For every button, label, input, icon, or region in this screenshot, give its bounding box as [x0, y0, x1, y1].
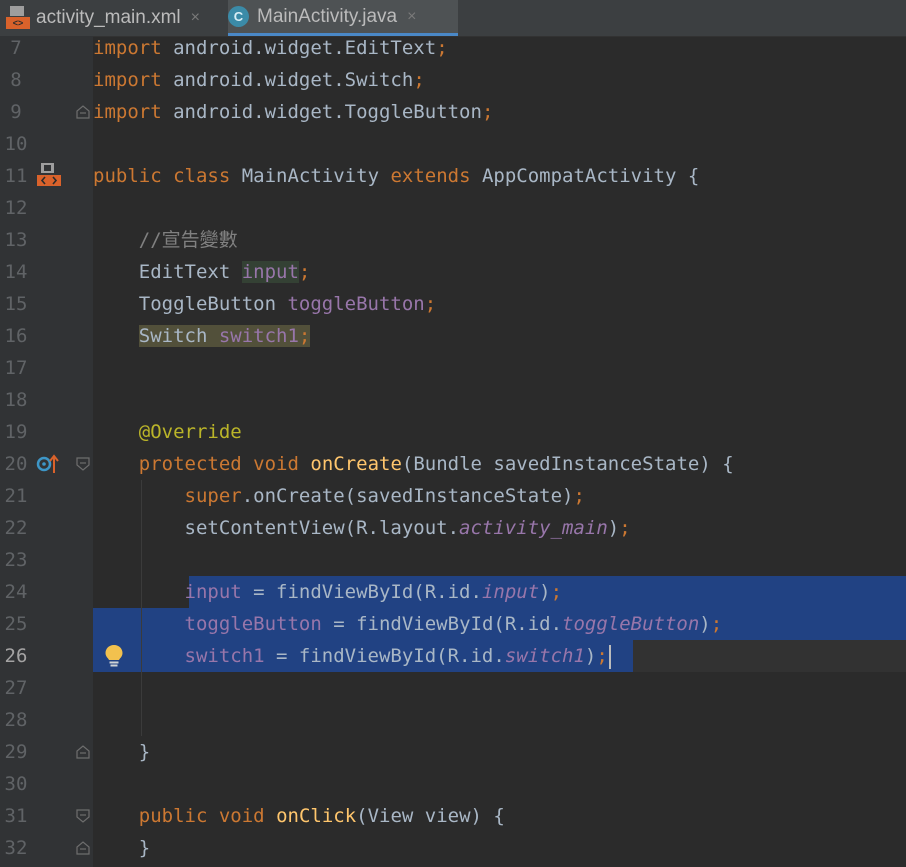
line-number: 18	[4, 389, 28, 411]
code-line[interactable]: 17	[0, 352, 906, 384]
code-line[interactable]: 25 toggleButton = findViewById(R.id.togg…	[0, 608, 906, 640]
line-number: 7	[10, 37, 22, 59]
code-text[interactable]: @Override	[93, 416, 242, 448]
java-class-icon: C	[228, 6, 249, 27]
code-text[interactable]: public void onClick(View view) {	[93, 800, 505, 832]
code-line[interactable]: 10	[0, 128, 906, 160]
line-number: 24	[4, 581, 28, 603]
line-number: 25	[4, 613, 28, 635]
code-line[interactable]: 29 }	[0, 736, 906, 768]
code-line[interactable]: 13 //宣告變數	[0, 224, 906, 256]
fold-end-icon[interactable]	[76, 841, 90, 855]
code-line[interactable]: 23	[0, 544, 906, 576]
code-text[interactable]: public class MainActivity extends AppCom…	[93, 160, 699, 192]
xml-layout-icon: <>	[6, 6, 30, 30]
fold-end-icon[interactable]	[76, 105, 90, 119]
code-text[interactable]: }	[93, 832, 150, 864]
code-line[interactable]: 12	[0, 192, 906, 224]
line-number: 22	[4, 517, 28, 539]
code-text[interactable]: EditText input;	[93, 256, 310, 288]
xml-layout-icon[interactable]	[37, 163, 61, 187]
code-text[interactable]: setContentView(R.layout.activity_main);	[93, 512, 631, 544]
tab-mainactivity-java[interactable]: C MainActivity.java ×	[228, 0, 458, 36]
code-text[interactable]: ToggleButton toggleButton;	[93, 288, 436, 320]
line-number: 13	[4, 229, 28, 251]
code-line[interactable]: 30	[0, 768, 906, 800]
line-number: 11	[4, 165, 28, 187]
line-number: 28	[4, 709, 28, 731]
code-line[interactable]: 19 @Override	[0, 416, 906, 448]
line-number: 26	[4, 645, 28, 667]
code-line[interactable]: 15 ToggleButton toggleButton;	[0, 288, 906, 320]
code-line[interactable]: 18	[0, 384, 906, 416]
code-line[interactable]: 28	[0, 704, 906, 736]
tab-label: activity_main.xml	[36, 7, 181, 28]
code-text[interactable]: switch1 = findViewById(R.id.switch1);	[93, 640, 611, 672]
indent-guide	[141, 480, 142, 736]
code-line[interactable]: 14 EditText input;	[0, 256, 906, 288]
lightbulb-intention-icon[interactable]	[104, 644, 124, 668]
tab-label: MainActivity.java	[257, 5, 398, 27]
editor-tab-bar: <> activity_main.xml × C MainActivity.ja…	[0, 0, 906, 37]
tab-activity-main-xml[interactable]: <> activity_main.xml ×	[6, 0, 226, 36]
fold-start-icon[interactable]	[76, 457, 90, 471]
line-number: 20	[4, 453, 28, 475]
code-line[interactable]: 32 }	[0, 832, 906, 864]
code-line[interactable]: 9 import android.widget.ToggleButton;	[0, 96, 906, 128]
line-number: 9	[10, 101, 22, 123]
line-number: 15	[4, 293, 28, 315]
line-number: 32	[4, 837, 28, 859]
code-text[interactable]: super.onCreate(savedInstanceState);	[93, 480, 585, 512]
code-line[interactable]: 26 switch1 = findViewById(R.id.switch1);	[0, 640, 906, 672]
code-line[interactable]: 7 import android.widget.EditText;	[0, 36, 906, 64]
fold-start-icon[interactable]	[76, 809, 90, 823]
line-number: 29	[4, 741, 28, 763]
code-editor[interactable]: 7 import android.widget.EditText; 8 import …	[0, 36, 906, 867]
code-line[interactable]: 21 super.onCreate(savedInstanceState);	[0, 480, 906, 512]
code-text[interactable]: import android.widget.ToggleButton;	[93, 96, 493, 128]
code-line[interactable]: 24 input = findViewById(R.id.input);	[0, 576, 906, 608]
override-method-icon[interactable]	[36, 453, 62, 475]
line-number: 17	[4, 357, 28, 379]
line-number: 19	[4, 421, 28, 443]
code-text[interactable]: toggleButton = findViewById(R.id.toggleB…	[93, 608, 723, 640]
code-text[interactable]: //宣告變數	[93, 224, 238, 256]
line-number: 30	[4, 773, 28, 795]
text-caret	[608, 644, 611, 669]
code-line[interactable]: 20 protected void onCreate(Bundle savedI…	[0, 448, 906, 480]
code-line[interactable]: 22 setContentView(R.layout.activity_main…	[0, 512, 906, 544]
code-line[interactable]: 16 Switch switch1;	[0, 320, 906, 352]
fold-end-icon[interactable]	[76, 745, 90, 759]
code-text[interactable]: protected void onCreate(Bundle savedInst…	[93, 448, 734, 480]
code-text[interactable]: input = findViewById(R.id.input);	[93, 576, 563, 608]
line-number: 27	[4, 677, 28, 699]
code-line[interactable]: 31 public void onClick(View view) {	[0, 800, 906, 832]
line-number: 16	[4, 325, 28, 347]
code-text[interactable]: import android.widget.Switch;	[93, 64, 425, 96]
line-number: 23	[4, 549, 28, 571]
line-number: 31	[4, 805, 28, 827]
close-icon[interactable]: ×	[191, 9, 200, 27]
line-number: 8	[10, 69, 22, 91]
code-line[interactable]: 11 public class MainActivity extends AppC…	[0, 160, 906, 192]
code-line[interactable]: 27	[0, 672, 906, 704]
code-text[interactable]: import android.widget.EditText;	[93, 36, 448, 64]
line-number: 21	[4, 485, 28, 507]
close-icon[interactable]: ×	[407, 8, 416, 26]
line-number: 12	[4, 197, 28, 219]
code-text[interactable]: Switch switch1;	[93, 320, 311, 352]
line-number: 14	[4, 261, 28, 283]
code-text[interactable]: }	[93, 736, 150, 768]
line-number: 10	[4, 133, 28, 155]
code-line[interactable]: 8 import android.widget.Switch;	[0, 64, 906, 96]
